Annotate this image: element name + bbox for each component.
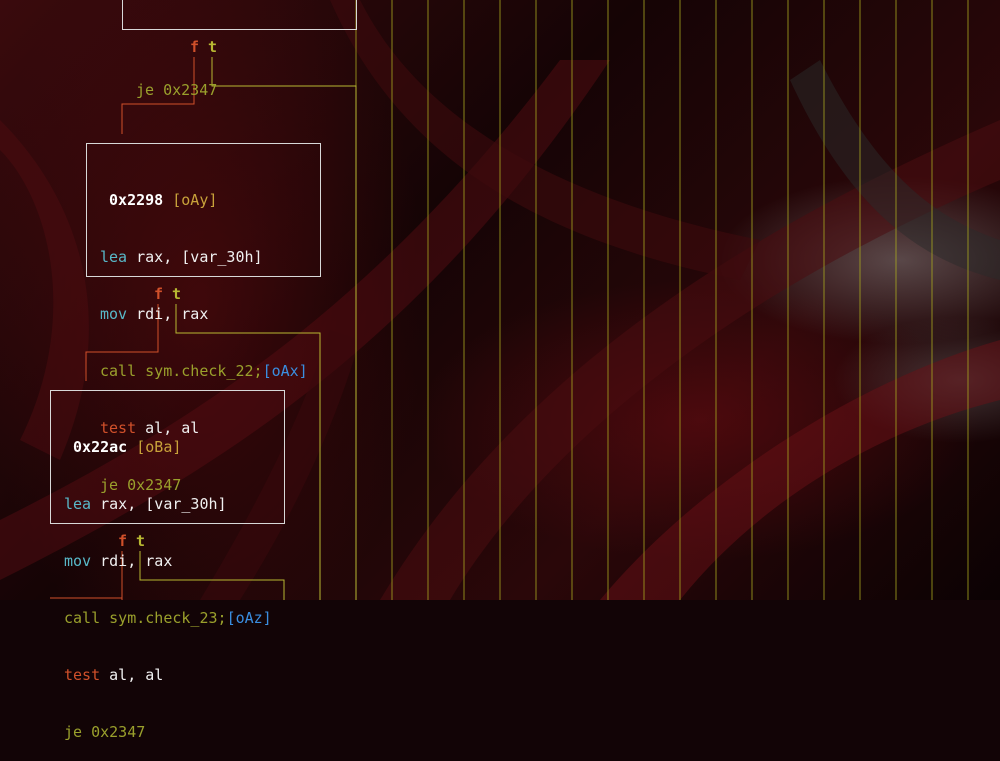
block-ref: [oBa] [136, 438, 182, 456]
mnemonic: mov [64, 552, 92, 570]
code-block-top-fragment[interactable]: je 0x2347 [122, 0, 357, 99]
true-branch-label: t [208, 38, 218, 56]
xref-link[interactable]: [oAx] [263, 362, 308, 380]
instruction-line: call sym.check_23;[oAz] [64, 609, 284, 628]
instruction-line: lea rax, [var_30h] [64, 495, 284, 514]
false-branch-label: f [154, 285, 164, 303]
operands: sym.check_22; [145, 362, 263, 380]
operands: rdi, rax [136, 305, 209, 323]
operands: rdi, rax [100, 552, 173, 570]
instruction-line: mov rdi, rax [64, 552, 284, 571]
block-address: 0x22ac [73, 438, 128, 456]
false-branch-label: f [118, 532, 128, 550]
true-branch-label: t [172, 285, 182, 303]
instruction-line: je 0x2347 [136, 81, 356, 100]
mnemonic: call [64, 609, 101, 627]
instruction-line: lea rax, [var_30h] [100, 248, 320, 267]
mnemonic: lea [64, 495, 92, 513]
true-branch-label: t [136, 532, 146, 550]
instruction-line [136, 24, 356, 43]
mnemonic: call [100, 362, 137, 380]
operands: sym.check_23; [109, 609, 227, 627]
mnemonic: test [64, 666, 101, 684]
code-block-node[interactable]: 0x2298 [oAy] lea rax, [var_30h] mov rdi,… [86, 143, 321, 494]
code-block-node[interactable]: 0x22ac [oBa] lea rax, [var_30h] mov rdi,… [50, 390, 285, 741]
mnemonic: je [64, 723, 83, 741]
instruction-line: test al, al [64, 666, 284, 685]
operands: rax, [var_30h] [136, 248, 263, 266]
mnemonic: lea [100, 248, 128, 266]
block-address: 0x2298 [109, 191, 164, 209]
instruction-line: mov rdi, rax [100, 305, 320, 324]
operands: 0x2347 [91, 723, 146, 741]
block-header: 0x2298 [oAy] [100, 191, 320, 210]
mnemonic: mov [100, 305, 128, 323]
jump-target: 0x2347 [163, 81, 218, 99]
mnemonic: je [136, 81, 155, 99]
operands: al, al [109, 666, 164, 684]
instruction-line: je 0x2347 [64, 723, 284, 742]
xref-link[interactable]: [oAz] [227, 609, 272, 627]
operands: rax, [var_30h] [100, 495, 227, 513]
block-header: 0x22ac [oBa] [64, 438, 284, 457]
instruction-line: call sym.check_22;[oAx] [100, 362, 320, 381]
false-branch-label: f [190, 38, 200, 56]
block-ref: [oAy] [172, 191, 218, 209]
